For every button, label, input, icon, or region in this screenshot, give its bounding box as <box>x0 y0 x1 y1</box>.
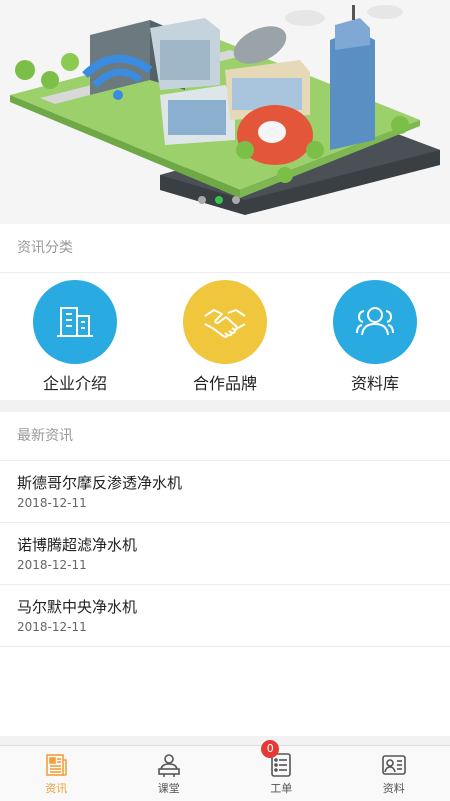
carousel-dot[interactable] <box>232 196 240 204</box>
carousel-dot-active[interactable] <box>215 196 223 204</box>
bottom-tab-bar: 资讯 课堂 0 工单 资料 <box>0 745 450 801</box>
news-title: 马尔默中央净水机 <box>17 585 450 617</box>
news-section-title: 最新资讯 <box>0 412 450 461</box>
city-illustration <box>0 0 450 224</box>
news-date: 2018-12-11 <box>17 620 450 634</box>
news-list-item[interactable]: 斯德哥尔摩反渗透净水机 2018-12-11 <box>0 461 450 523</box>
carousel-dot[interactable] <box>198 196 206 204</box>
building-icon <box>33 280 117 364</box>
news-list-item[interactable]: 马尔默中央净水机 2018-12-11 <box>0 585 450 647</box>
tab-profile[interactable]: 资料 <box>338 746 450 801</box>
people-icon <box>333 280 417 364</box>
news-title: 斯德哥尔摩反渗透净水机 <box>17 461 450 493</box>
category-library[interactable]: 资料库 <box>333 273 417 400</box>
tab-label: 课堂 <box>113 780 226 796</box>
tab-label: 工单 <box>225 780 338 796</box>
tab-work-order[interactable]: 0 工单 <box>225 746 338 801</box>
profile-card-icon <box>381 752 407 778</box>
tab-news[interactable]: 资讯 <box>0 746 113 801</box>
news-title: 诺博腾超滤净水机 <box>17 523 450 555</box>
tab-label: 资讯 <box>0 780 113 796</box>
classroom-icon <box>156 752 182 778</box>
carousel-dots <box>198 196 240 204</box>
category-company-intro[interactable]: 企业介绍 <box>33 273 117 400</box>
news-list-item[interactable]: 诺博腾超滤净水机 2018-12-11 <box>0 523 450 585</box>
news-date: 2018-12-11 <box>17 496 450 510</box>
category-label: 企业介绍 <box>13 370 137 394</box>
newspaper-icon <box>43 752 69 778</box>
news-date: 2018-12-11 <box>17 558 450 572</box>
handshake-icon <box>183 280 267 364</box>
tab-classroom[interactable]: 课堂 <box>113 746 226 801</box>
category-section: 资讯分类 企业介绍 合作品牌 <box>0 224 450 400</box>
category-section-title: 资讯分类 <box>0 224 450 273</box>
news-section: 最新资讯 斯德哥尔摩反渗透净水机 2018-12-11 诺博腾超滤净水机 201… <box>0 412 450 736</box>
banner-carousel[interactable] <box>0 0 450 224</box>
category-partner-brands[interactable]: 合作品牌 <box>183 273 267 400</box>
tab-label: 资料 <box>338 780 450 796</box>
category-label: 合作品牌 <box>163 370 287 394</box>
category-label: 资料库 <box>313 370 437 394</box>
